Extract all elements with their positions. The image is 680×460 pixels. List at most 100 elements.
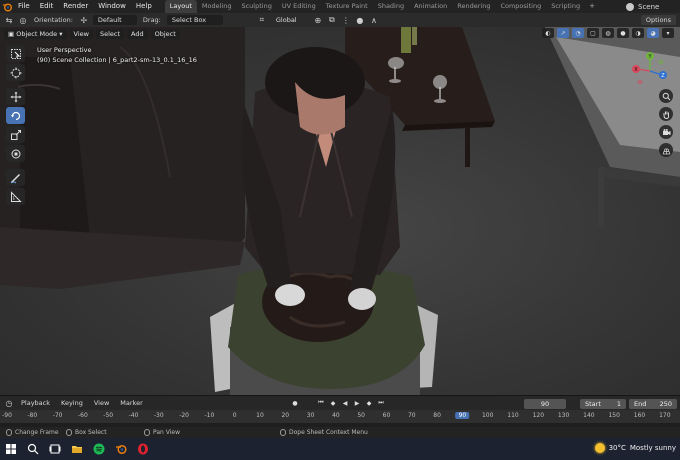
measure-tool[interactable] [6,188,25,205]
jump-prev-key-icon[interactable]: ◆ [328,398,338,408]
timeline-ruler[interactable]: -90 -80 -70 -60 -50 -40 -30 -20 -10 0 10 20 30 40 50 60… [0,410,680,423]
tab-texture-paint[interactable]: Texture Paint [321,0,373,13]
search-icon[interactable] [22,438,44,460]
viewport-menu-add[interactable]: Add [127,28,148,39]
cursor-tool[interactable] [6,64,25,81]
viewport-menu-object[interactable]: Object [150,28,180,39]
scale-tool[interactable] [6,126,25,143]
tab-uv-editing[interactable]: UV Editing [277,0,321,13]
record-icon[interactable]: ● [290,398,300,408]
menu-window[interactable]: Window [93,0,131,13]
timeline-tick: -90 [2,412,12,419]
timeline-tick: -60 [77,412,88,419]
pivot-point-icon[interactable]: ⊕ [313,15,323,25]
tab-modeling[interactable]: Modeling [197,0,237,13]
start-frame-field[interactable]: Start 1 [580,399,626,409]
tab-layout[interactable]: Layout [164,0,197,13]
timeline-menu-marker[interactable]: Marker [116,399,146,407]
camera-view-icon[interactable] [659,125,673,139]
tab-rendering[interactable]: Rendering [452,0,495,13]
snap-target-icon[interactable]: ⋮ [341,15,351,25]
opera-icon[interactable] [132,438,154,460]
snap-icon[interactable]: ⧉ [327,15,337,25]
tab-sculpting[interactable]: Sculpting [236,0,276,13]
rotate-tool[interactable] [6,107,25,124]
scene-selector[interactable]: Scene [620,0,680,13]
viewport-menu-view[interactable]: View [69,28,93,39]
timeline-tick: 60 [382,412,391,419]
mouse-drag-icon [66,429,72,436]
3d-viewport[interactable]: ▣ Object Mode ▾ View Select Add Object ◐… [0,27,680,395]
play-reverse-icon[interactable]: ◀ [340,398,350,408]
drag-dropdown[interactable]: Select Box [166,15,223,25]
falloff-icon[interactable]: ∧ [369,15,379,25]
xray-toggle-icon[interactable]: ▢ [587,28,599,38]
playhead-frame-marker[interactable]: 90 [455,412,470,419]
weather-widget[interactable]: 30°C Mostly sunny [594,443,676,453]
menu-help[interactable]: Help [131,0,157,13]
tab-animation[interactable]: Animation [409,0,452,13]
zoom-icon[interactable] [659,89,673,103]
shading-solid-icon[interactable]: ● [617,28,629,38]
blender-logo-icon[interactable] [0,0,13,13]
menu-file[interactable]: File [13,0,35,13]
transform-orientation-dropdown[interactable]: Global [271,15,309,25]
timeline-header: ◷ Playback Keying View Marker ● ⏮ ◆ ◀ ▶ … [0,395,680,410]
timeline-tick: 100 [481,412,494,419]
proportional-edit-icon[interactable]: ● [355,15,365,25]
viewport-menu-select[interactable]: Select [95,28,125,39]
tab-scripting[interactable]: Scripting [546,0,585,13]
drag-label: Drag: [142,16,161,24]
shading-rendered-icon[interactable]: ◕ [647,28,659,38]
object-mode-dropdown[interactable]: ▣ Object Mode ▾ [4,28,67,39]
select-box-tool[interactable] [6,45,25,62]
timeline-tick: 70 [407,412,416,419]
timeline-menu-keying[interactable]: Keying [57,399,87,407]
pan-hand-icon[interactable] [659,107,673,121]
timeline-editor-icon[interactable]: ◷ [4,398,14,408]
blender-taskbar-icon[interactable] [110,438,132,460]
transform-orientation-icon[interactable]: ⌗ [257,15,267,25]
tab-shading[interactable]: Shading [373,0,409,13]
windows-taskbar: 30°C Mostly sunny [0,438,680,460]
mouse-left-icon [6,429,12,436]
annotate-tool[interactable] [6,169,25,186]
timeline-menu-playback[interactable]: Playback [17,399,54,407]
viewport-info-overlay: User Perspective (90) Scene Collection |… [37,45,197,65]
play-icon[interactable]: ▶ [352,398,362,408]
windows-start-icon[interactable] [0,438,22,460]
timeline-tick: -30 [153,412,164,419]
transform-tool[interactable] [6,145,25,162]
timeline-menu-view[interactable]: View [90,399,113,407]
shading-material-icon[interactable]: ◑ [632,28,644,38]
tab-compositing[interactable]: Compositing [495,0,546,13]
jump-start-icon[interactable]: ⏮ [316,398,326,408]
scene-render [0,27,680,395]
end-frame-field[interactable]: End 250 [629,399,677,409]
visibility-icon[interactable]: ◐ [542,28,554,38]
timeline-tick: -70 [52,412,63,419]
spotify-icon[interactable] [88,438,110,460]
add-workspace-button[interactable]: + [585,0,599,13]
options-dropdown[interactable]: Options [640,15,676,25]
tool-settings-bar: ⇆ ◎ Orientation: ✢ Default Drag: Select … [0,13,680,27]
timeline-tick: -10 [204,412,215,419]
transform-pivot-icon[interactable]: ◎ [18,15,28,25]
move-tool[interactable] [6,88,25,105]
file-explorer-icon[interactable] [66,438,88,460]
shading-wireframe-icon[interactable]: ◍ [602,28,614,38]
overlay-toggle-icon[interactable]: ◔ [572,28,584,38]
shading-options-icon[interactable]: ▾ [662,28,674,38]
menu-render[interactable]: Render [58,0,93,13]
status-box-select: Box Select [66,429,107,436]
gizmo-toggle-icon[interactable]: ↗ [557,28,569,38]
task-view-icon[interactable] [44,438,66,460]
cursor-icon [10,67,21,78]
jump-next-key-icon[interactable]: ◆ [364,398,374,408]
perspective-grid-icon[interactable] [659,143,673,157]
menu-edit[interactable]: Edit [35,0,59,13]
current-frame-field[interactable]: 90 [524,399,566,409]
jump-end-icon[interactable]: ⏭ [376,398,386,408]
orientation-dropdown[interactable]: Default [92,15,137,25]
select-mode-icon[interactable]: ⇆ [4,15,14,25]
